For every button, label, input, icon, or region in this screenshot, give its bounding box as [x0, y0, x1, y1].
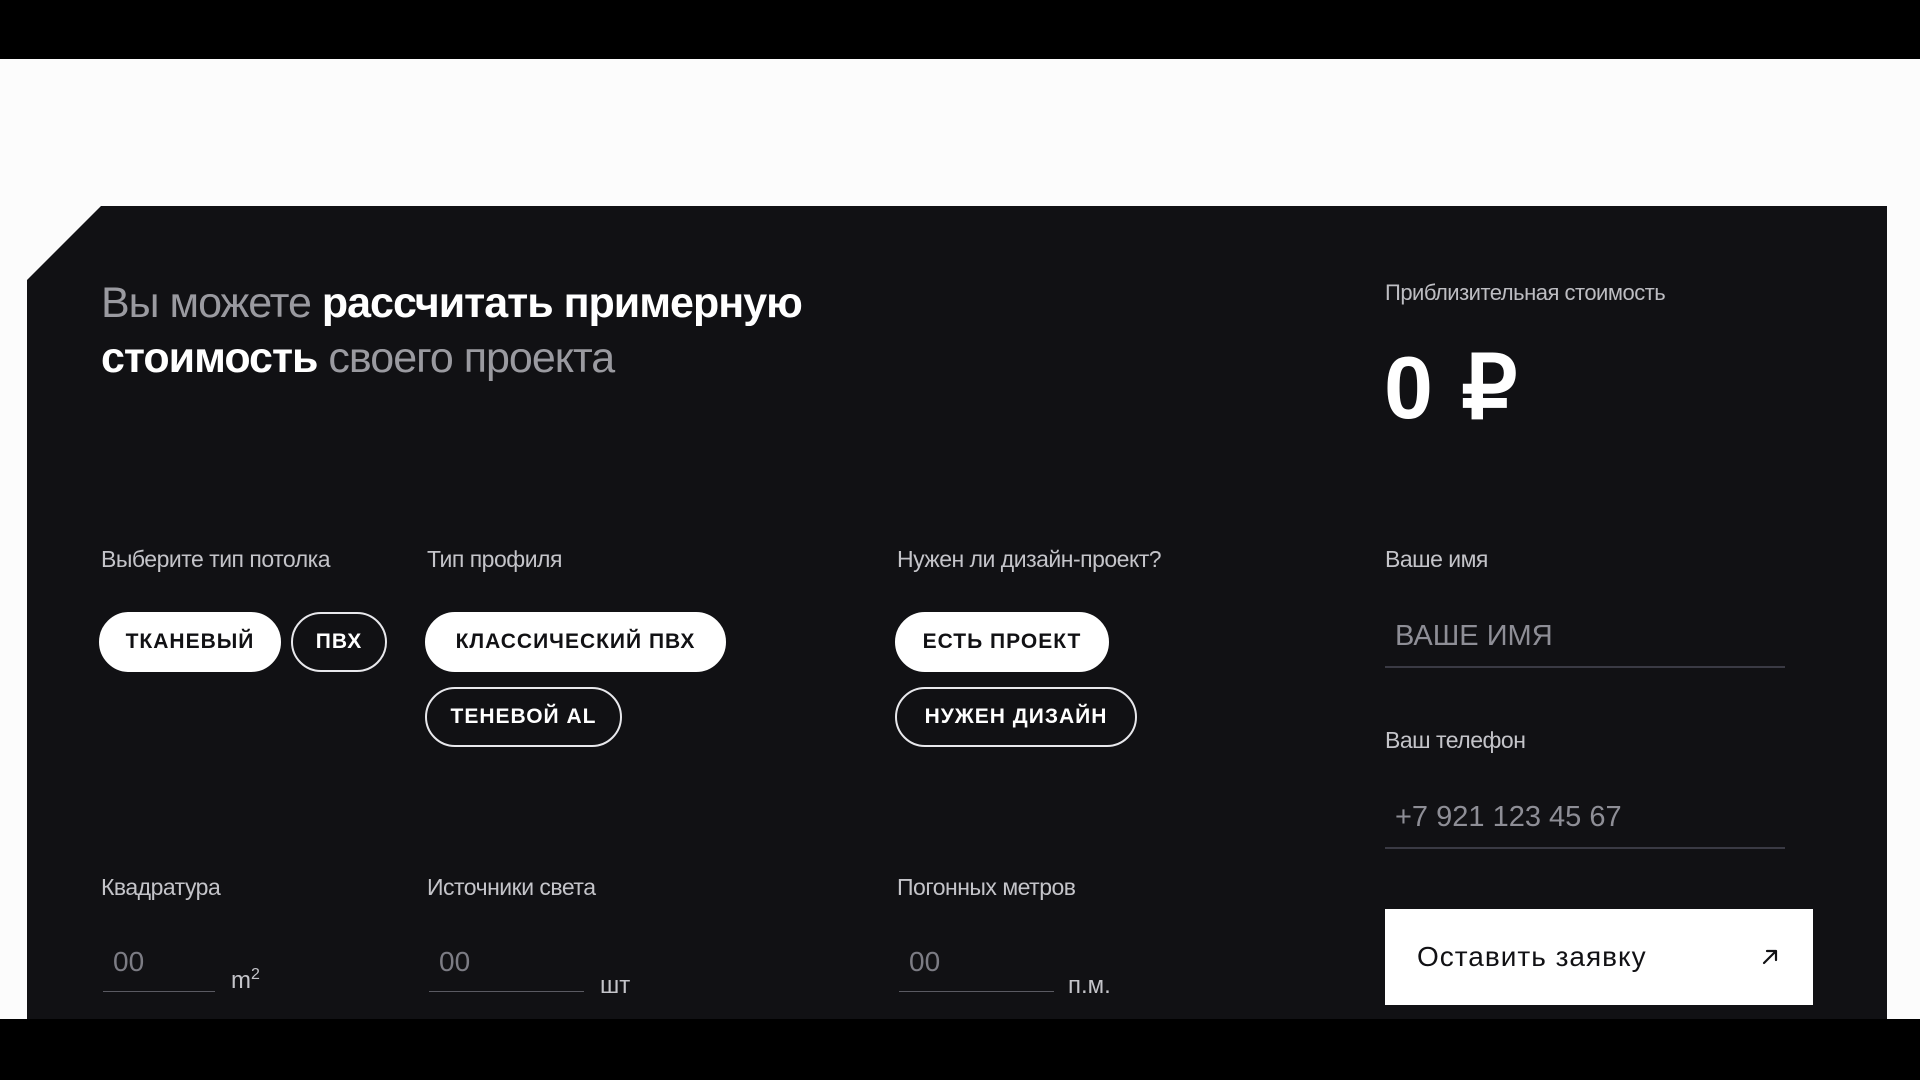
estimated-cost-label: Приблизительная стоимость — [1385, 280, 1666, 305]
estimated-cost-value: 0 ₽ — [1384, 338, 1520, 437]
heading-part-2: рассчитать примерную — [321, 279, 803, 327]
calculator-heading: Вы можете рассчитать примерную стоимость … — [101, 276, 1001, 386]
arrow-up-right-icon — [1762, 949, 1778, 965]
lights-input[interactable] — [429, 932, 584, 992]
profile-type-option-classic-pvc[interactable]: КЛАССИЧЕСКИЙ ПВХ — [425, 612, 726, 672]
lights-label: Источники света — [427, 874, 596, 900]
phone-field-label: Ваш телефон — [1385, 727, 1526, 753]
lights-unit: шт — [600, 972, 631, 999]
profile-type-option-shadow-al[interactable]: ТЕНЕВОЙ AL — [425, 687, 622, 747]
name-field-label: Ваше имя — [1385, 546, 1488, 572]
phone-input[interactable] — [1385, 787, 1785, 849]
submit-button-label: Оставить заявку — [1417, 941, 1647, 972]
heading-part-4: своего проекта — [317, 334, 615, 382]
linear-meters-label: Погонных метров — [897, 874, 1076, 900]
heading-part-3: стоимость — [101, 334, 318, 382]
profile-type-label: Тип профиля — [427, 546, 562, 572]
linear-meters-unit: п.м. — [1068, 972, 1111, 999]
design-project-label: Нужен ли дизайн-проект? — [897, 546, 1162, 572]
area-unit-superscript: 2 — [251, 966, 260, 983]
cost-calculator: Вы можете рассчитать примерную стоимость … — [27, 206, 1887, 1019]
name-input[interactable] — [1385, 606, 1785, 668]
area-label: Квадратура — [101, 874, 221, 900]
ceiling-type-option-pvc[interactable]: ПВХ — [291, 612, 387, 672]
viewport: Вы можете рассчитать примерную стоимость … — [0, 0, 1920, 1080]
area-unit-text: m — [231, 967, 251, 994]
linear-meters-input[interactable] — [899, 932, 1054, 992]
submit-request-button[interactable]: Оставить заявку — [1385, 909, 1813, 1005]
area-input[interactable] — [103, 932, 215, 992]
design-option-need-design[interactable]: НУЖЕН ДИЗАЙН — [895, 687, 1137, 747]
design-option-have-project[interactable]: ЕСТЬ ПРОЕКТ — [895, 612, 1109, 672]
ceiling-type-label: Выберите тип потолка — [101, 546, 330, 572]
heading-part-1: Вы можете — [101, 279, 322, 327]
area-unit: m2 — [231, 966, 260, 995]
ceiling-type-option-fabric[interactable]: ТКАНЕВЫЙ — [99, 612, 281, 672]
